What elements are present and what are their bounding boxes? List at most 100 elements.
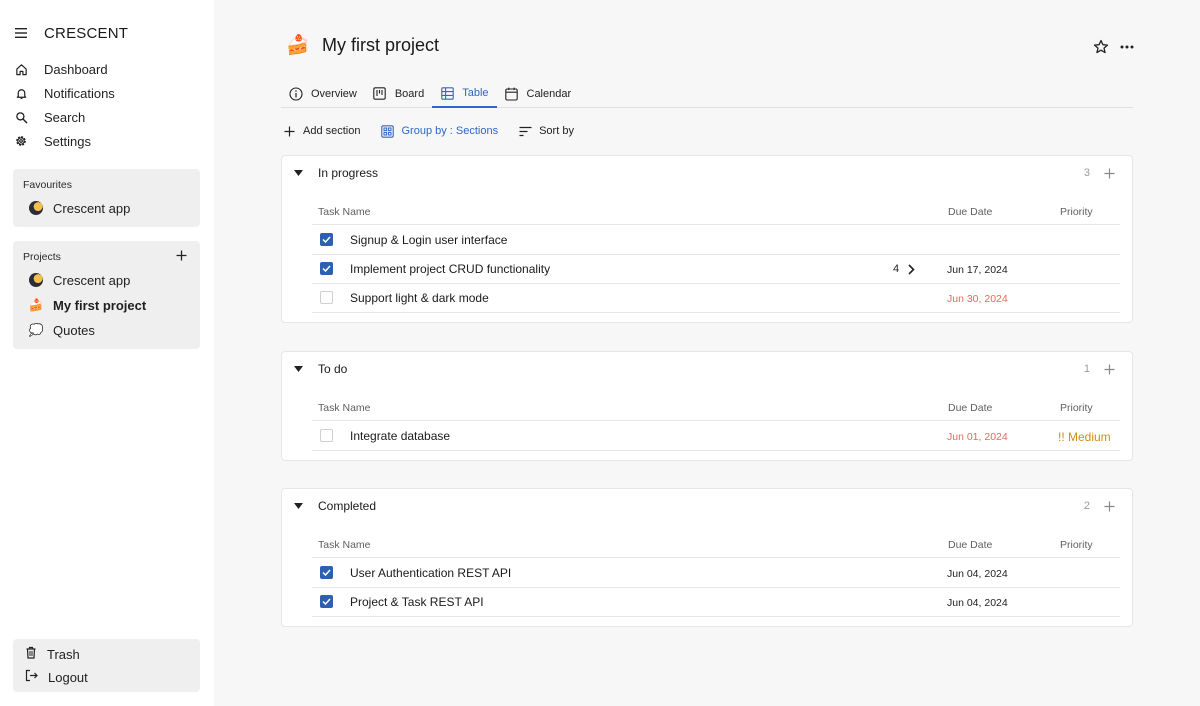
logout-label: Logout [48, 669, 88, 685]
tab-table[interactable]: Table [432, 80, 497, 108]
table-row[interactable]: Support light & dark mode Jun 30, 2024 [312, 284, 1120, 313]
task-checkbox[interactable] [320, 566, 333, 579]
nav-label: Search [44, 109, 86, 125]
task-name: Support light & dark mode [350, 291, 489, 305]
subtask-count: 4 [893, 263, 900, 275]
table-row[interactable]: Project & Task REST API Jun 04, 2024 [312, 588, 1120, 617]
project-label: My first project [53, 297, 147, 313]
column-priority: Priority [1060, 402, 1093, 414]
nav-item-dashboard[interactable]: Dashboard [14, 57, 200, 81]
page-header: 🍰 My first project [286, 33, 439, 57]
table-icon [440, 86, 454, 100]
caret-down-icon[interactable] [293, 364, 303, 374]
add-project-icon[interactable] [174, 248, 188, 262]
task-checkbox[interactable] [320, 233, 333, 246]
tab-overview[interactable]: Overview [281, 80, 365, 107]
section-header: In progress 3 [282, 156, 1132, 190]
column-task-name: Task Name [318, 402, 371, 414]
priority-badge[interactable]: !! Medium [1058, 430, 1111, 444]
due-date[interactable]: Jun 17, 2024 [947, 264, 1008, 276]
search-icon [14, 110, 28, 124]
speech-bubble-icon: 💭 [28, 323, 44, 337]
table-toolbar: Add section Group by : Sections Sort by [282, 121, 594, 141]
section-to-do: To do 1 Task Name Due Date Priority Inte… [281, 351, 1133, 461]
bottom-panel: Trash Logout [13, 639, 200, 692]
main-content: 🍰 My first project Overview Board Table … [214, 0, 1200, 706]
add-task-icon[interactable] [1102, 166, 1116, 180]
main-nav: Dashboard Notifications Search Settings [14, 57, 200, 153]
chevron-right-icon[interactable] [905, 262, 917, 276]
add-task-icon[interactable] [1102, 362, 1116, 376]
favourite-label: Crescent app [53, 200, 131, 216]
column-task-name: Task Name [318, 206, 371, 218]
task-checkbox[interactable] [320, 595, 333, 608]
section-title: Completed [318, 499, 377, 513]
column-header: Task Name Due Date Priority [312, 401, 1120, 421]
due-date[interactable]: Jun 04, 2024 [947, 597, 1008, 609]
caret-down-icon[interactable] [293, 168, 303, 178]
projects-title: Projects [23, 251, 61, 263]
cake-icon: 🍰 [286, 35, 310, 56]
due-date[interactable]: Jun 30, 2024 [947, 293, 1008, 305]
due-date[interactable]: Jun 01, 2024 [947, 431, 1008, 443]
sort-by-button[interactable]: Sort by [518, 124, 574, 138]
nav-item-settings[interactable]: Settings [14, 129, 200, 153]
project-item-my-first-project[interactable]: 🍰 My first project [29, 295, 147, 315]
nav-item-search[interactable]: Search [14, 105, 200, 129]
favourites-panel: Favourites Crescent app [13, 169, 200, 227]
moon-icon [29, 201, 43, 215]
nav-label: Notifications [44, 85, 115, 101]
group-by-button[interactable]: Group by : Sections [380, 124, 498, 138]
task-checkbox[interactable] [320, 291, 333, 304]
table-row[interactable]: Integrate database Jun 01, 2024 !! Mediu… [312, 422, 1120, 451]
brand: CRESCENT [14, 23, 128, 43]
project-label: Quotes [53, 322, 95, 338]
home-icon [14, 62, 28, 76]
nav-item-notifications[interactable]: Notifications [14, 81, 200, 105]
trash-label: Trash [47, 646, 80, 662]
section-header: To do 1 [282, 352, 1132, 386]
tab-label: Overview [311, 87, 357, 100]
column-task-name: Task Name [318, 539, 371, 551]
project-label: Crescent app [53, 272, 131, 288]
tab-board[interactable]: Board [365, 80, 432, 107]
table-row[interactable]: Implement project CRUD functionality 4 J… [312, 255, 1120, 284]
task-checkbox[interactable] [320, 429, 333, 442]
add-task-icon[interactable] [1102, 499, 1116, 513]
star-icon[interactable] [1092, 38, 1110, 56]
moon-icon [29, 273, 43, 287]
section-count: 2 [1083, 500, 1090, 512]
section-count: 1 [1083, 363, 1090, 375]
task-checkbox[interactable] [320, 262, 333, 275]
due-date[interactable]: Jun 04, 2024 [947, 568, 1008, 580]
more-options-icon[interactable] [1118, 38, 1136, 56]
task-name: Integrate database [350, 429, 451, 443]
table-row[interactable]: Signup & Login user interface [312, 226, 1120, 255]
sort-icon [518, 124, 532, 138]
trash-button[interactable]: Trash [25, 644, 80, 664]
page-title: My first project [322, 34, 440, 55]
add-section-button[interactable]: Add section [282, 124, 360, 138]
bell-icon [14, 86, 28, 100]
section-header: Completed 2 [282, 489, 1132, 523]
tab-label: Table [462, 87, 489, 99]
calendar-icon [505, 87, 519, 101]
group-by-label: Group by : Sections [401, 125, 499, 137]
nav-label: Settings [44, 133, 91, 149]
section-title: To do [318, 362, 348, 376]
projects-panel: Projects Crescent app 🍰 My first project… [13, 241, 200, 349]
project-item-quotes[interactable]: 💭 Quotes [29, 320, 95, 340]
app-name: CRESCENT [44, 24, 129, 42]
favourite-item-crescent-app[interactable]: Crescent app [29, 198, 130, 218]
caret-down-icon[interactable] [293, 501, 303, 511]
hamburger-menu-icon[interactable] [14, 23, 28, 43]
tab-label: Calendar [526, 87, 572, 100]
table-row[interactable]: User Authentication REST API Jun 04, 202… [312, 559, 1120, 588]
section-title: In progress [318, 166, 379, 180]
tab-calendar[interactable]: Calendar [497, 80, 580, 107]
sidebar: CRESCENT Dashboard Notifications Search … [0, 0, 214, 706]
project-item-crescent-app[interactable]: Crescent app [29, 270, 130, 290]
gear-icon [14, 134, 28, 148]
column-due-date: Due Date [948, 206, 993, 218]
logout-button[interactable]: Logout [25, 667, 88, 687]
